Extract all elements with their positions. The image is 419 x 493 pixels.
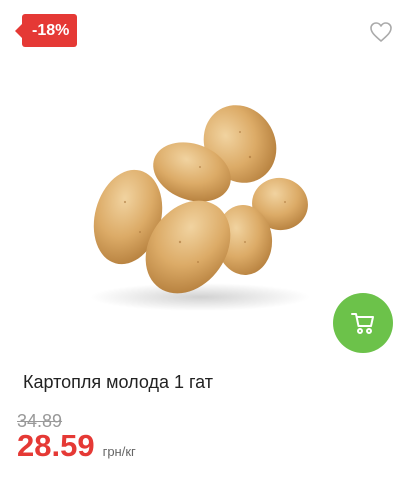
current-price: 28.59 — [17, 428, 95, 463]
product-title[interactable]: Картопля молода 1 гат — [23, 372, 213, 393]
add-to-cart-button[interactable] — [333, 293, 393, 353]
product-card: -18% Картопля молода 1 гат 34.89 28.59 г… — [0, 0, 419, 493]
wishlist-button[interactable] — [369, 21, 393, 43]
discount-badge: -18% — [14, 14, 78, 47]
product-image[interactable] — [80, 92, 320, 312]
price-unit: грн/кг — [102, 444, 136, 459]
price-row: 28.59 грн/кг — [17, 428, 136, 464]
cart-icon — [351, 313, 374, 334]
heart-outline-icon — [370, 22, 392, 42]
